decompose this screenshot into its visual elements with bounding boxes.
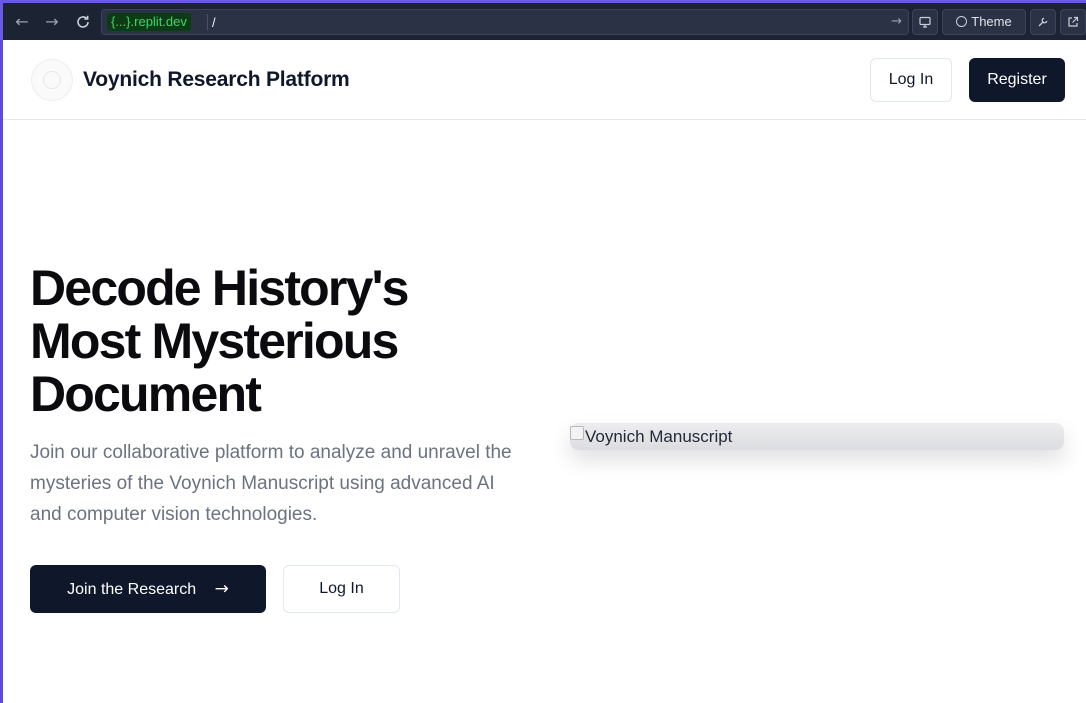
palette-icon (956, 16, 968, 27)
arrow-right-icon: → (214, 579, 229, 599)
broken-image-icon (570, 426, 584, 440)
url-separator (207, 14, 208, 30)
join-research-button[interactable]: Join the Research → (30, 565, 266, 613)
theme-label: Theme (971, 14, 1012, 29)
wrench-icon[interactable] (1030, 9, 1056, 35)
manuscript-image-alt: Voynich Manuscript (585, 427, 733, 446)
headline-line-3: Document (30, 366, 262, 422)
page: Voynich Research Platform Log In Registe… (3, 40, 1086, 703)
theme-button[interactable]: Theme (942, 9, 1026, 35)
url-host: {...}.replit.dev (107, 13, 191, 31)
logo-icon[interactable] (31, 59, 73, 101)
brand-title[interactable]: Voynich Research Platform (83, 67, 350, 93)
back-icon[interactable]: ← (11, 11, 33, 33)
browser-toolbar: ← → {...}.replit.dev / → Theme (0, 0, 1086, 40)
monitor-icon[interactable] (912, 9, 938, 35)
reload-icon[interactable] (72, 11, 94, 33)
hero-headline: Decode History's Most Mysterious Documen… (30, 262, 510, 421)
forward-icon[interactable]: → (41, 11, 63, 33)
hero-login-button[interactable]: Log In (283, 565, 400, 613)
headline-line-2: Most Mysterious (30, 313, 399, 369)
url-path: / (212, 15, 216, 30)
external-link-icon[interactable] (1060, 9, 1086, 35)
header-login-button[interactable]: Log In (870, 58, 952, 102)
hero-description: Join our collaborative platform to analy… (30, 442, 512, 525)
go-arrow-icon[interactable]: → (891, 13, 902, 31)
register-button[interactable]: Register (969, 58, 1065, 102)
manuscript-image: Voynich Manuscript (570, 423, 1064, 450)
logo-mark (43, 71, 61, 89)
join-research-label: Join the Research (67, 581, 197, 598)
site-header: Voynich Research Platform Log In Registe… (3, 40, 1086, 120)
headline-line-1: Decode History's (30, 260, 409, 316)
url-bar[interactable]: {...}.replit.dev / → (101, 9, 909, 35)
